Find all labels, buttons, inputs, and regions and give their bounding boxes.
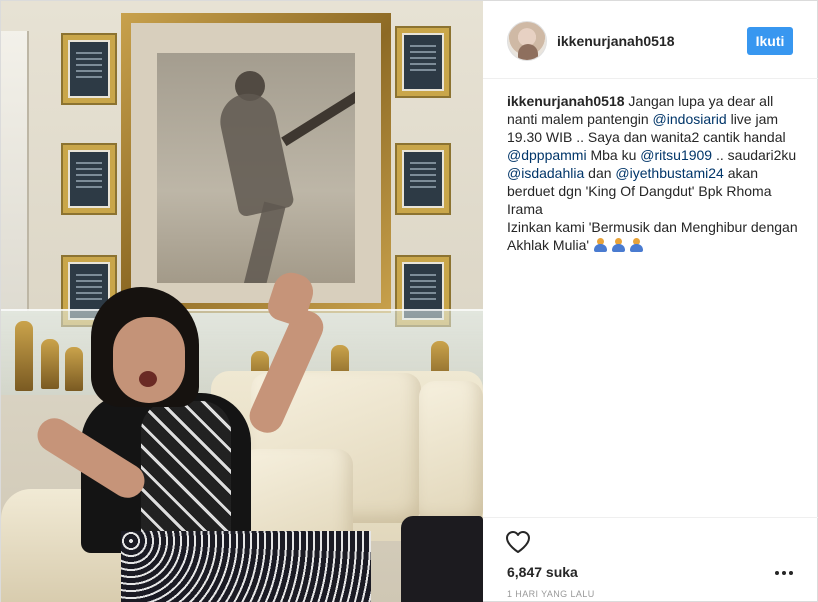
photo-cushion — [419, 381, 483, 526]
post-timestamp[interactable]: 1 HARI YANG LALU — [507, 589, 595, 599]
mention-link[interactable]: @ritsu1909 — [640, 147, 712, 163]
post-header: ikkenurjanah0518 Ikuti — [483, 1, 818, 79]
people-emoji-icon — [629, 238, 644, 252]
mention-link[interactable]: @isdadahlia — [507, 165, 584, 181]
caption-text: Mba ku — [590, 147, 637, 163]
mention-link[interactable]: @dpppammi — [507, 147, 587, 163]
people-emoji-icon — [593, 238, 608, 252]
emoji-group — [593, 238, 644, 252]
photo-bag — [401, 516, 483, 602]
like-count[interactable]: 6,847 suka — [507, 564, 578, 580]
people-emoji-icon — [611, 238, 626, 252]
photo-person-skirt — [121, 531, 371, 602]
photo-certificate — [61, 33, 117, 105]
username-link[interactable]: ikkenurjanah0518 — [557, 33, 675, 49]
photo-certificate — [395, 143, 451, 215]
follow-button[interactable]: Ikuti — [747, 27, 793, 55]
post-actions: 6,847 suka 1 HARI YANG LALU — [483, 517, 818, 602]
mention-link[interactable]: @indosiarid — [653, 111, 727, 127]
mention-link[interactable]: @iyethbustami24 — [615, 165, 723, 181]
caption-username[interactable]: ikkenurjanah0518 — [507, 93, 625, 109]
post-sidebar: ikkenurjanah0518 Ikuti ikkenurjanah0518 … — [483, 1, 818, 602]
instagram-post: ikkenurjanah0518 Ikuti ikkenurjanah0518 … — [0, 0, 818, 602]
post-caption: ikkenurjanah0518 Jangan lupa ya dear all… — [507, 92, 803, 254]
caption-text: dan — [588, 165, 612, 181]
photo-framed-portrait — [121, 13, 391, 313]
heart-icon[interactable] — [505, 530, 531, 554]
caption-text: Izinkan kami 'Bermusik dan Menghibur den… — [507, 219, 798, 253]
photo-certificate — [61, 143, 117, 215]
photo-person-mouth — [139, 371, 157, 387]
photo-window — [1, 31, 29, 311]
post-photo[interactable] — [1, 1, 483, 602]
caption-text: .. saudari2ku — [715, 147, 797, 163]
photo-person-face — [113, 317, 185, 403]
photo-certificate — [395, 26, 451, 98]
avatar[interactable] — [507, 21, 547, 61]
more-options-icon[interactable] — [775, 568, 795, 578]
photo-person-blouse — [141, 401, 231, 541]
